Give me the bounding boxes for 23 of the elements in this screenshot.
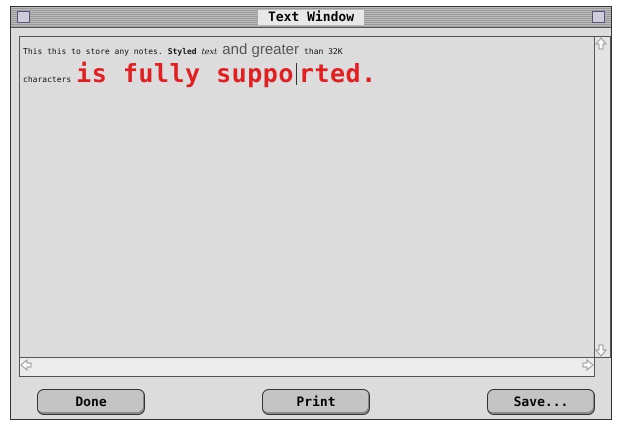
dialog-button[interactable]: Save... [487,389,595,415]
close-box-icon[interactable] [17,11,30,23]
text-run: This this to store any notes. [23,47,163,56]
zoom-box-icon[interactable] [592,11,605,23]
up-arrow-icon[interactable] [595,37,607,51]
text-run: and greater [222,41,300,58]
right-arrow-icon[interactable] [582,358,594,372]
text-run: . [361,59,377,88]
text-run: characters [23,75,72,84]
text-run: text [202,47,218,56]
vertical-scrollbar[interactable] [594,36,611,358]
horizontal-scrollbar[interactable] [19,358,595,377]
text-run: Styled [168,47,197,56]
text-area[interactable]: This this to store any notes. Styled text and greater than 32K characters is fully suppo rted. [19,36,594,358]
text-run: rted [298,59,362,88]
dialog-button[interactable]: Print [262,389,370,415]
window-title: Text Window [258,10,364,24]
down-arrow-icon[interactable] [595,343,607,357]
text-cursor [296,62,297,84]
text-run: is fully suppo [76,59,294,88]
dialog-button[interactable]: Done [37,389,145,415]
left-arrow-icon[interactable] [20,358,32,372]
text-run: than 32K [304,47,343,56]
